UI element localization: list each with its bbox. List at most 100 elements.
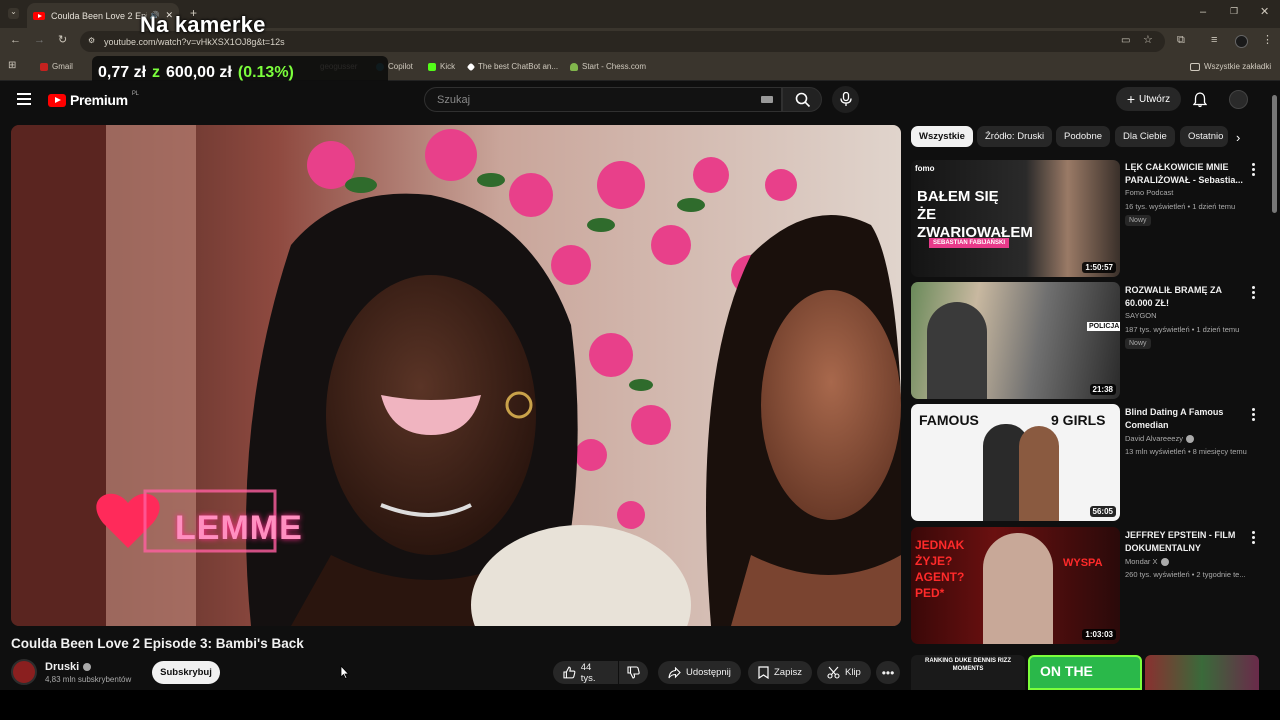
thumb-headline: BAŁEM SIĘ ŻE ZWARIOWAŁEM	[917, 188, 1033, 241]
microphone-icon	[839, 92, 852, 106]
youtube-favicon-icon	[33, 11, 45, 20]
recommendation-thumbnail[interactable]: JEDNAK ŻYJE? AGENT? PED* WYSPA 1:03:03	[911, 527, 1120, 644]
browser-menu-icon[interactable]: ⋮	[1262, 35, 1273, 46]
chip-related[interactable]: Podobne	[1056, 126, 1111, 147]
shorts-thumbnail[interactable]: ON THE	[1028, 655, 1142, 690]
menu-icon[interactable]	[17, 93, 31, 105]
youtube-logo[interactable]: Premium PL	[48, 91, 139, 108]
recommendation-thumbnail[interactable]: FAMOUS 9 GIRLS 56:05	[911, 404, 1120, 521]
logo-text: Premium	[70, 92, 128, 108]
overlay-goal: 600,00 zł	[166, 63, 232, 81]
apps-icon[interactable]: ⊞	[8, 61, 16, 71]
media-icon[interactable]: ≡	[1211, 35, 1217, 46]
video-player[interactable]: LEMME	[11, 125, 901, 626]
more-actions-button[interactable]: •••	[876, 661, 900, 684]
tab-title: Coulda Been Love 2 Episod	[51, 10, 148, 21]
clip-label: Klip	[845, 667, 861, 678]
share-label: Udostępnij	[686, 667, 731, 678]
thumb-label: POLICJA	[1087, 322, 1120, 331]
overlay-amount: 0,77 zł	[98, 63, 147, 81]
verified-badge-icon	[1185, 434, 1194, 443]
chip-recent[interactable]: Ostatnio	[1180, 126, 1228, 147]
shorts-text: ON THE	[1040, 663, 1093, 679]
all-bookmarks[interactable]: Wszystkie zakładki	[1190, 62, 1271, 71]
recommendation-title[interactable]: Blind Dating A Famous Comedian	[1125, 406, 1247, 431]
bookmark-star-icon[interactable]: ☆	[1143, 35, 1153, 46]
dislike-button[interactable]	[619, 661, 648, 684]
new-badge: Nowy	[1125, 215, 1151, 226]
forward-icon[interactable]: →	[34, 35, 45, 46]
create-label: Utwórz	[1139, 93, 1171, 105]
cast-icon[interactable]: ▭	[1121, 36, 1130, 46]
chip-all[interactable]: Wszystkie	[911, 126, 973, 147]
shorts-thumbnail[interactable]	[1145, 655, 1259, 690]
recommendation-channel[interactable]: Fomo Podcast	[1125, 188, 1173, 197]
recommendation-menu-icon[interactable]	[1252, 286, 1255, 301]
share-button[interactable]: Udostępnij	[658, 661, 741, 684]
extensions-icon[interactable]: ⧉	[1177, 35, 1185, 46]
chips-next-icon[interactable]: ›	[1236, 130, 1240, 145]
search-input[interactable]: Szukaj	[424, 87, 782, 112]
thumb-person	[983, 533, 1053, 644]
recommendation-meta: 13 mln wyświetleń • 8 miesięcy temu	[1125, 447, 1247, 456]
plus-icon: +	[1126, 91, 1136, 107]
recommendation-title[interactable]: LĘK CAŁKOWICIE MNIE PARALIŻOWAŁ - Sebast…	[1125, 161, 1247, 186]
shorts-text: RANKING DUKE DENNIS RIZZ MOMENTS	[925, 658, 1012, 672]
save-button[interactable]: Zapisz	[748, 661, 812, 684]
site-info-icon[interactable]: ⚙	[88, 36, 95, 45]
thumb-text-island: WYSPA	[1063, 557, 1103, 569]
create-button[interactable]: + Utwórz	[1116, 87, 1181, 111]
recommendation-channel[interactable]: David Alvareeezy	[1125, 434, 1194, 443]
bookmark-gmail[interactable]: Gmail	[40, 62, 73, 71]
keyboard-icon[interactable]	[761, 96, 773, 103]
search-button[interactable]	[782, 87, 822, 112]
clip-button[interactable]: Klip	[817, 661, 871, 684]
verified-badge-icon	[1160, 557, 1169, 566]
recommendation-channel[interactable]: Mondar X	[1125, 557, 1169, 566]
user-avatar[interactable]	[1229, 90, 1248, 109]
country-code: PL	[131, 91, 139, 97]
chip-source[interactable]: Źródło: Druski	[977, 126, 1053, 147]
minimize-icon[interactable]: –	[1200, 7, 1206, 18]
bookmark-chatbot[interactable]: The best ChatBot an...	[466, 62, 558, 71]
back-icon[interactable]: ←	[10, 35, 21, 46]
recommendation-title[interactable]: JEFFREY EPSTEIN - FILM DOKUMENTALNY	[1125, 529, 1247, 554]
reload-icon[interactable]: ↻	[58, 35, 67, 46]
duration-badge: 56:05	[1089, 506, 1116, 517]
bookmark-icon	[758, 666, 769, 679]
shorts-thumbnail[interactable]: RANKING DUKE DENNIS RIZZ MOMENTS	[911, 655, 1025, 690]
channel-name[interactable]: Druski	[45, 661, 92, 673]
scrollbar-thumb[interactable]	[1272, 95, 1277, 213]
chess-icon	[570, 62, 578, 71]
search-placeholder: Szukaj	[437, 93, 471, 106]
url-text: youtube.com/watch?v=vHkXSX1OJ8g&t=12s	[104, 36, 285, 47]
profile-icon[interactable]	[1235, 35, 1248, 48]
thumb-headline: JEDNAK ŻYJE? AGENT? PED*	[915, 538, 965, 600]
bottom-black-bar	[0, 690, 1280, 720]
chatbot-icon	[466, 62, 476, 71]
recommendation-title[interactable]: ROZWALIŁ BRAMĘ ZA 60.000 ZŁ!	[1125, 284, 1247, 309]
duration-badge: 1:03:03	[1082, 629, 1116, 640]
video-frame	[11, 125, 901, 626]
subscriber-count: 4,83 mln subskrybentów	[45, 675, 132, 684]
search-icon	[795, 92, 811, 108]
bookmark-kick[interactable]: Kick	[428, 62, 455, 71]
channel-avatar[interactable]	[11, 659, 37, 685]
maximize-icon[interactable]: ❐	[1230, 7, 1238, 16]
recommendation-thumbnail[interactable]: fomo BAŁEM SIĘ ŻE ZWARIOWAŁEM SEBASTIAN …	[911, 160, 1120, 277]
recommendation-thumbnail[interactable]: POLICJA 21:38	[911, 282, 1120, 399]
thumb-person	[927, 302, 987, 399]
notifications-bell-icon[interactable]	[1193, 92, 1207, 108]
recommendation-channel[interactable]: SAYGON	[1125, 311, 1157, 320]
recommendation-menu-icon[interactable]	[1252, 531, 1255, 546]
subscribe-button[interactable]: Subskrybuj	[152, 661, 220, 684]
like-button[interactable]: 44 tys.	[553, 661, 618, 684]
voice-search-button[interactable]	[832, 86, 859, 113]
chip-for-you[interactable]: Dla Ciebie	[1115, 126, 1175, 147]
close-window-icon[interactable]: ✕	[1260, 7, 1269, 18]
tab-list-icon[interactable]: ⌄	[8, 8, 19, 19]
overlay-percent: (0.13%)	[237, 63, 294, 81]
recommendation-menu-icon[interactable]	[1252, 408, 1255, 423]
bookmark-chess[interactable]: Start - Chess.com	[570, 62, 646, 71]
recommendation-menu-icon[interactable]	[1252, 163, 1255, 178]
